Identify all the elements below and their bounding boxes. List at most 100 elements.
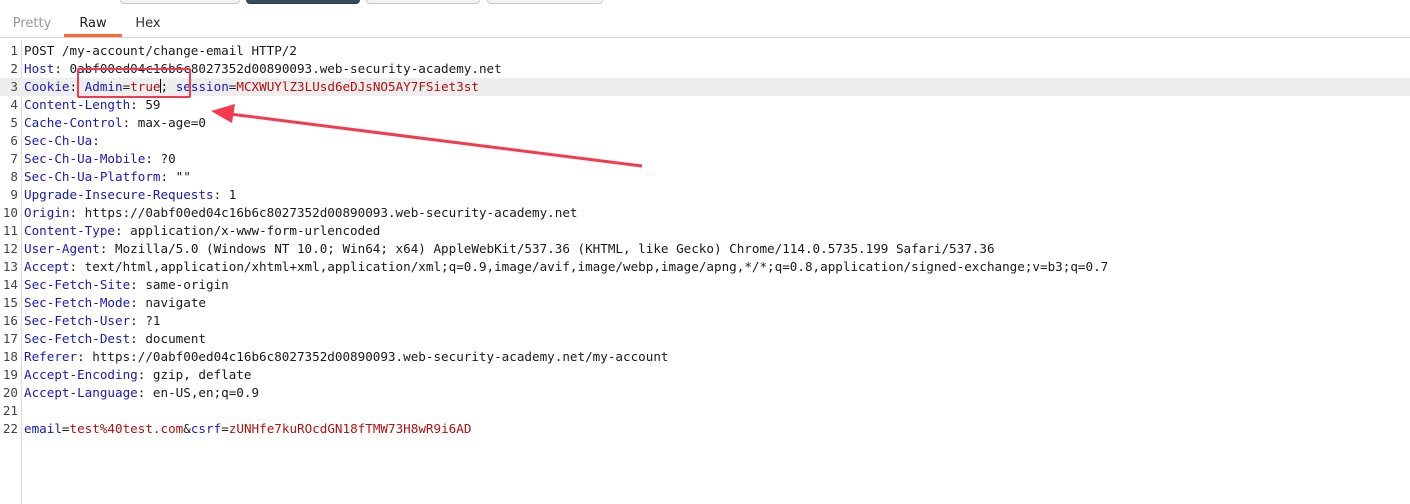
header-name: Accept-Encoding bbox=[24, 367, 138, 382]
annotation-highlight-box bbox=[77, 68, 191, 98]
header-name: Sec-Ch-Ua bbox=[24, 133, 93, 148]
header-name: Sec-Fetch-Dest bbox=[24, 331, 131, 346]
line-content: Sec-Fetch-Mode: navigate bbox=[24, 294, 206, 312]
line-number: 17 bbox=[2, 331, 18, 346]
request-line[interactable]: 10 Origin: https://0abf00ed04c16b6c802735… bbox=[0, 204, 1410, 222]
request-line[interactable]: 13 Accept: text/html,application/xhtml+xm… bbox=[0, 258, 1410, 276]
line-number: 15 bbox=[2, 295, 18, 310]
line-content: Sec-Fetch-Dest: document bbox=[24, 330, 206, 348]
header-separator: : bbox=[69, 205, 85, 220]
toolbar-button[interactable] bbox=[120, 0, 240, 4]
request-line[interactable]: 7 Sec-Ch-Ua-Mobile: ?0 bbox=[0, 150, 1410, 168]
header-separator: : bbox=[130, 313, 146, 328]
line-number: 11 bbox=[2, 223, 18, 238]
line-content: User-Agent: Mozilla/5.0 (Windows NT 10.0… bbox=[24, 240, 995, 258]
header-name: Origin bbox=[24, 205, 70, 220]
line-number: 9 bbox=[10, 187, 18, 202]
request-line[interactable]: 8 Sec-Ch-Ua-Platform: "" bbox=[0, 168, 1410, 186]
toolbar-button[interactable] bbox=[366, 0, 480, 4]
request-line[interactable]: 21 bbox=[0, 402, 1410, 420]
header-name: Upgrade-Insecure-Requests bbox=[24, 187, 214, 202]
line-number: 16 bbox=[2, 313, 18, 328]
request-line[interactable]: 11 Content-Type: application/x-www-form-u… bbox=[0, 222, 1410, 240]
request-line[interactable]: 6 Sec-Ch-Ua: bbox=[0, 132, 1410, 150]
line-number: 4 bbox=[10, 97, 18, 112]
request-line[interactable]: 17 Sec-Fetch-Dest: document bbox=[0, 330, 1410, 348]
line-content: email=test%40test.com&csrf=zUNHfe7kuROcd… bbox=[24, 420, 471, 438]
header-separator: : bbox=[137, 367, 153, 382]
header-value: "" bbox=[175, 169, 191, 184]
line-content: Content-Length: 59 bbox=[24, 96, 161, 114]
line-number: 12 bbox=[2, 241, 18, 256]
request-line[interactable]: 1 POST /my-account/change-email HTTP/2 bbox=[0, 42, 1410, 60]
request-line[interactable]: 14 Sec-Fetch-Site: same-origin bbox=[0, 276, 1410, 294]
request-line[interactable]: 2 Host: 0abf00ed04c16b6c8027352d00890093.… bbox=[0, 60, 1410, 78]
line-number: 14 bbox=[2, 277, 18, 292]
header-separator: : bbox=[160, 169, 176, 184]
header-separator: : bbox=[92, 133, 108, 148]
header-name: Referer bbox=[24, 349, 78, 364]
header-name: Cookie bbox=[24, 79, 70, 94]
header-name: Sec-Fetch-Mode bbox=[24, 295, 131, 310]
body-ampersand: & bbox=[183, 421, 191, 436]
line-number: 19 bbox=[2, 367, 18, 382]
header-separator: : bbox=[77, 349, 93, 364]
request-line[interactable]: 9 Upgrade-Insecure-Requests: 1 bbox=[0, 186, 1410, 204]
request-line[interactable]: 5 Cache-Control: max-age=0 bbox=[0, 114, 1410, 132]
header-value: 59 bbox=[145, 97, 161, 112]
top-toolbar-strip bbox=[0, 0, 1410, 6]
header-separator: : bbox=[99, 241, 115, 256]
view-mode-tabs: Pretty Raw Hex bbox=[0, 10, 1410, 38]
request-line[interactable]: 12 User-Agent: Mozilla/5.0 (Windows NT 10… bbox=[0, 240, 1410, 258]
header-separator: : bbox=[130, 331, 146, 346]
tab-hex[interactable]: Hex bbox=[122, 10, 174, 37]
cookie-value: MCXWUYlZ3LUsd6eDJsNO5AY7FSiet3st bbox=[236, 79, 480, 94]
request-line[interactable]: 3 Cookie: Admin=true; session=MCXWUYlZ3LU… bbox=[0, 78, 1410, 96]
request-line[interactable]: 4 Content-Length: 59 bbox=[0, 96, 1410, 114]
line-number: 18 bbox=[2, 349, 18, 364]
line-number: 21 bbox=[2, 403, 18, 418]
header-value: https://0abf00ed04c16b6c8027352d00890093… bbox=[92, 349, 669, 364]
tab-pretty[interactable]: Pretty bbox=[0, 10, 64, 37]
line-number: 3 bbox=[10, 79, 18, 94]
line-content: Content-Type: application/x-www-form-url… bbox=[24, 222, 380, 240]
line-content: Cache-Control: max-age=0 bbox=[24, 114, 206, 132]
tab-raw[interactable]: Raw bbox=[64, 10, 122, 37]
line-content: Origin: https://0abf00ed04c16b6c8027352d… bbox=[24, 204, 578, 222]
header-separator: : bbox=[115, 223, 131, 238]
line-content: Referer: https://0abf00ed04c16b6c8027352… bbox=[24, 348, 669, 366]
header-value: ?1 bbox=[145, 313, 161, 328]
header-separator: : bbox=[145, 151, 161, 166]
header-separator: : bbox=[130, 295, 146, 310]
header-value: en-US,en;q=0.9 bbox=[152, 385, 260, 400]
raw-request-editor[interactable]: 1 POST /my-account/change-email HTTP/2 2 Ho… bbox=[0, 40, 1410, 504]
request-line[interactable]: 20 Accept-Language: en-US,en;q=0.9 bbox=[0, 384, 1410, 402]
request-line[interactable]: 18 Referer: https://0abf00ed04c16b6c80273… bbox=[0, 348, 1410, 366]
line-number: 10 bbox=[2, 205, 18, 220]
header-value: same-origin bbox=[145, 277, 229, 292]
header-name: Content-Length bbox=[24, 97, 131, 112]
header-name: Sec-Ch-Ua-Mobile bbox=[24, 151, 146, 166]
line-content: Sec-Ch-Ua: bbox=[24, 132, 107, 150]
header-separator: : bbox=[130, 277, 146, 292]
request-line[interactable]: 22 email=test%40test.com&csrf=zUNHfe7kuRO… bbox=[0, 420, 1410, 438]
line-number: 7 bbox=[10, 151, 18, 166]
header-value: max-age=0 bbox=[137, 115, 206, 130]
line-number: 13 bbox=[2, 259, 18, 274]
header-value: text/html,application/xhtml+xml,applicat… bbox=[84, 259, 1109, 274]
header-value: Mozilla/5.0 (Windows NT 10.0; Win64; x64… bbox=[115, 241, 995, 256]
line-content: Sec-Fetch-Site: same-origin bbox=[24, 276, 229, 294]
line-content: POST /my-account/change-email HTTP/2 bbox=[24, 42, 297, 60]
line-content: Accept-Language: en-US,en;q=0.9 bbox=[24, 384, 259, 402]
header-name: User-Agent bbox=[24, 241, 100, 256]
body-param-value: zUNHfe7kuROcdGN18fTMW73H8wR9i6AD bbox=[228, 421, 472, 436]
line-number: 6 bbox=[10, 133, 18, 148]
toolbar-button[interactable] bbox=[487, 0, 603, 4]
request-line[interactable]: 19 Accept-Encoding: gzip, deflate bbox=[0, 366, 1410, 384]
toolbar-button-active[interactable] bbox=[246, 0, 360, 4]
header-separator: : bbox=[69, 259, 85, 274]
line-content: Accept: text/html,application/xhtml+xml,… bbox=[24, 258, 1108, 276]
request-line[interactable]: 16 Sec-Fetch-User: ?1 bbox=[0, 312, 1410, 330]
header-name: Sec-Fetch-User bbox=[24, 313, 131, 328]
request-line[interactable]: 15 Sec-Fetch-Mode: navigate bbox=[0, 294, 1410, 312]
